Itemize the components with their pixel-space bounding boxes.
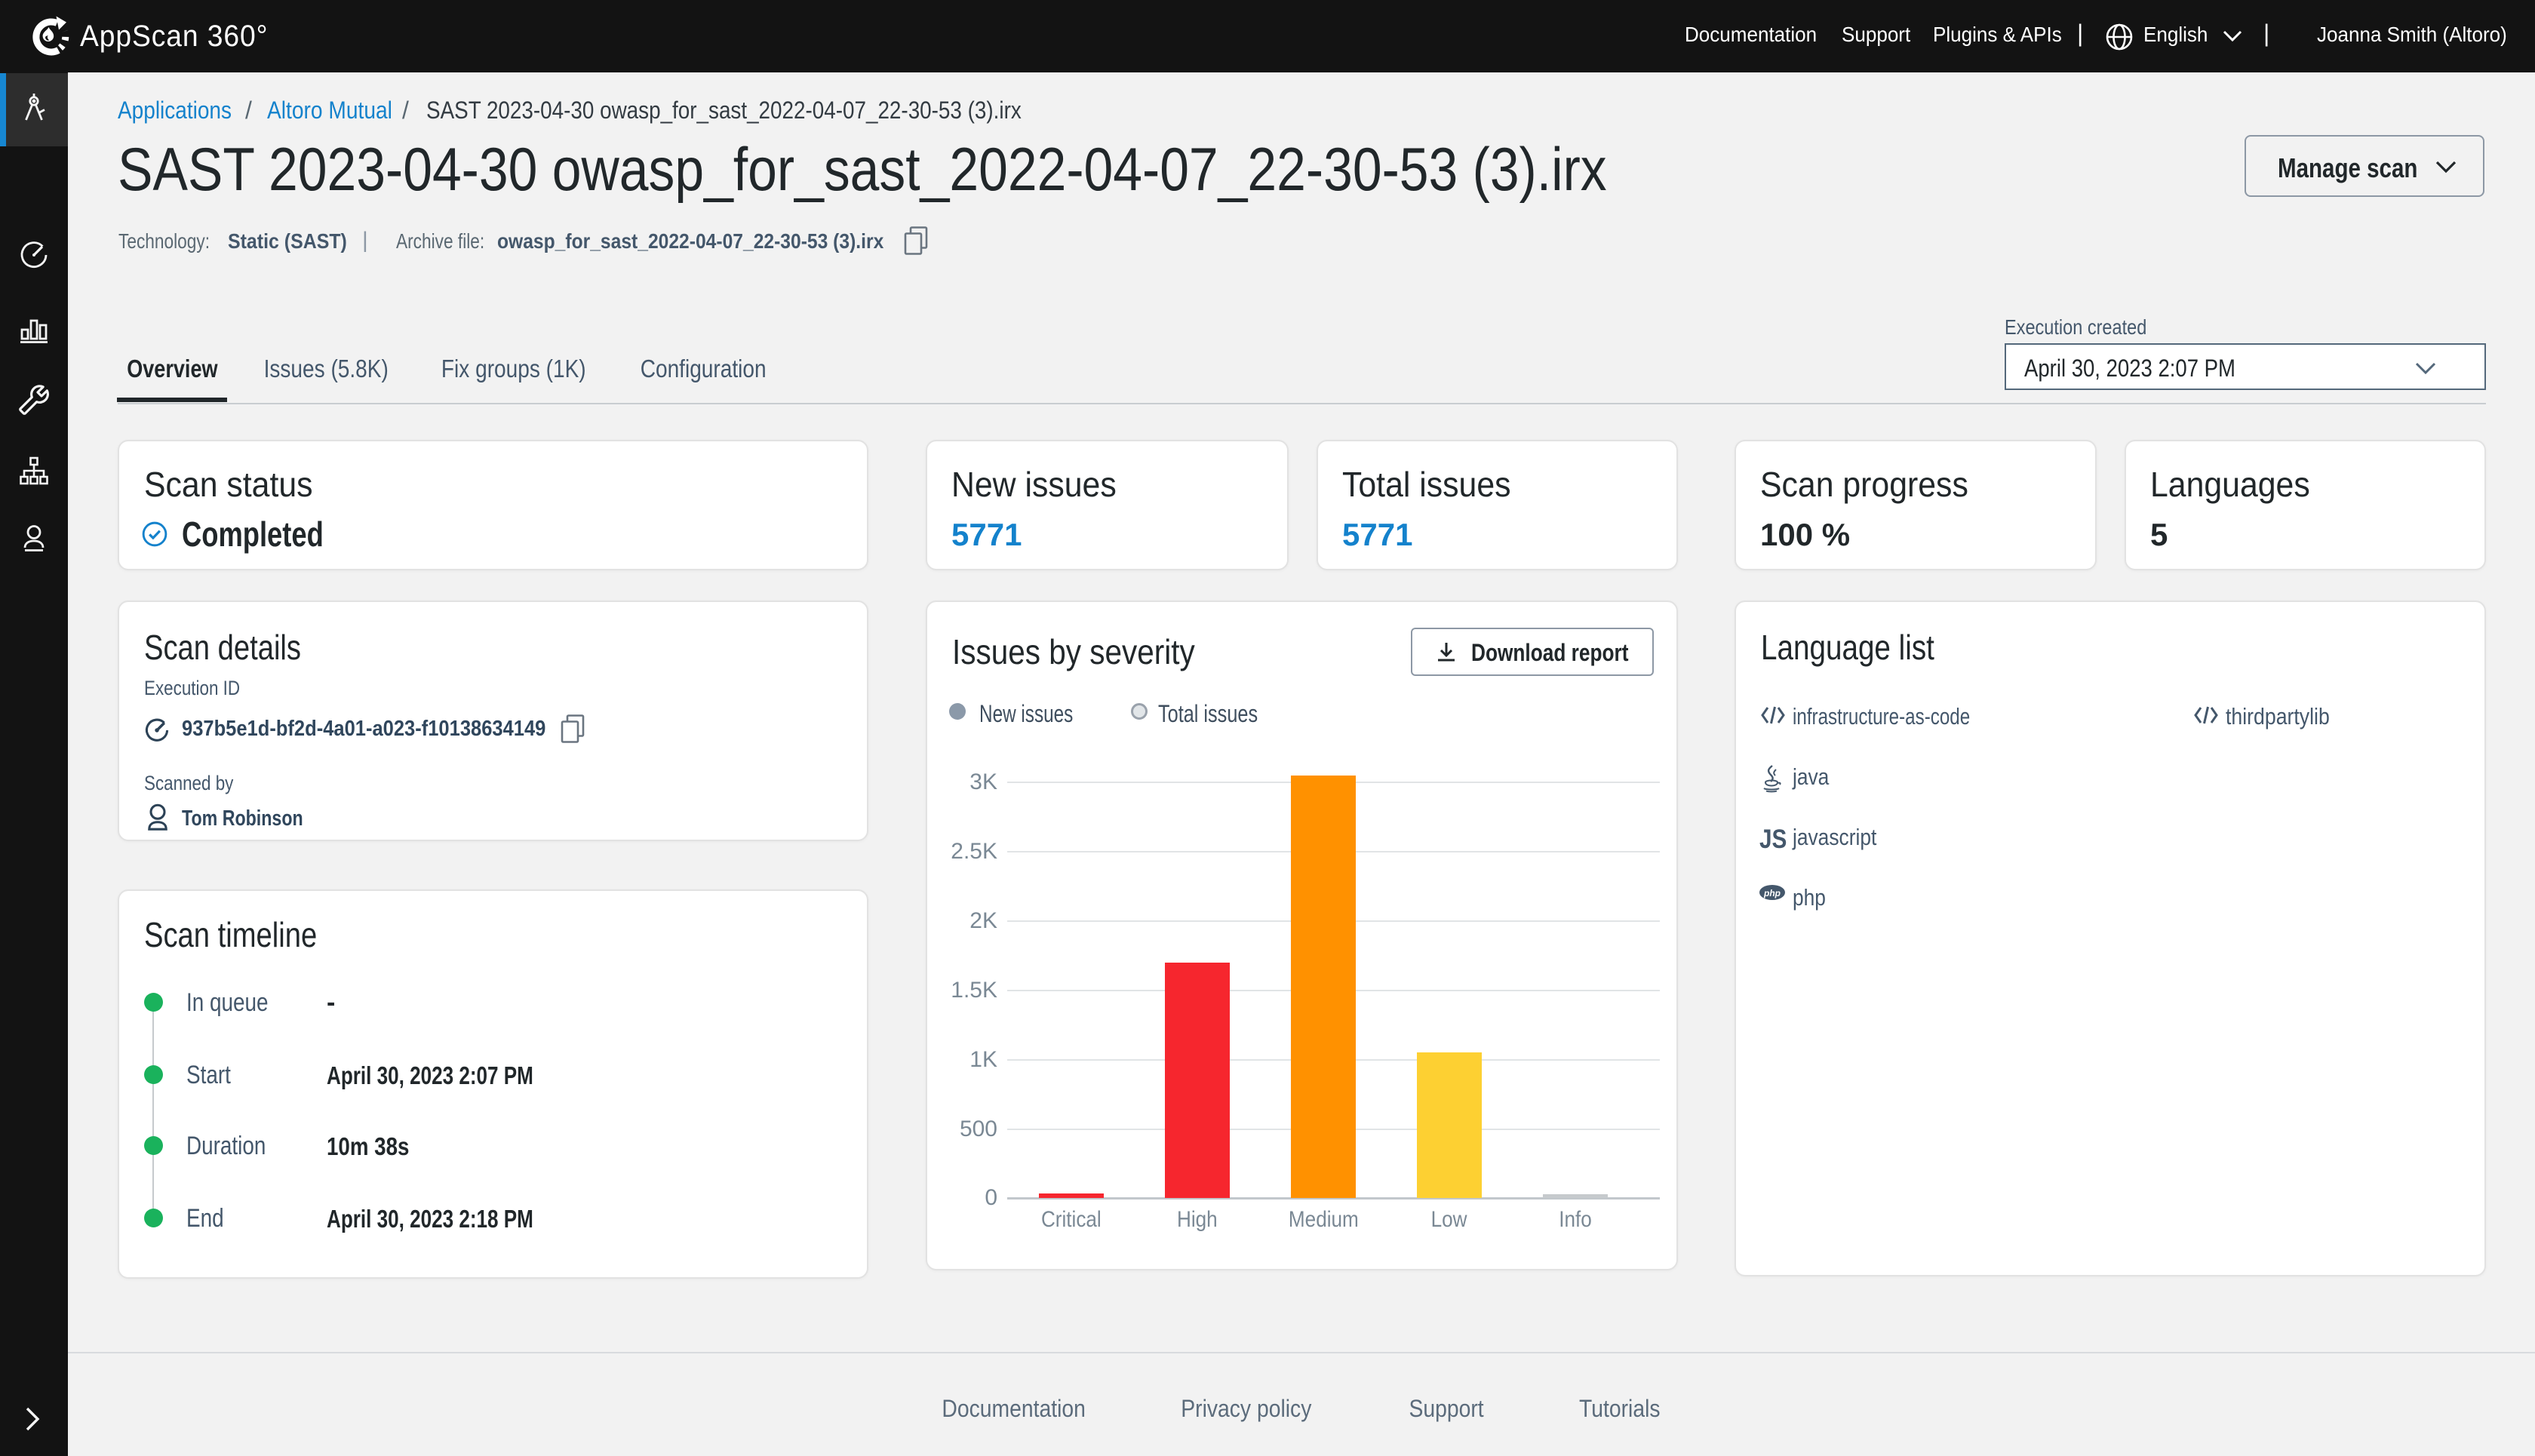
svg-text:php: php — [1763, 888, 1781, 898]
